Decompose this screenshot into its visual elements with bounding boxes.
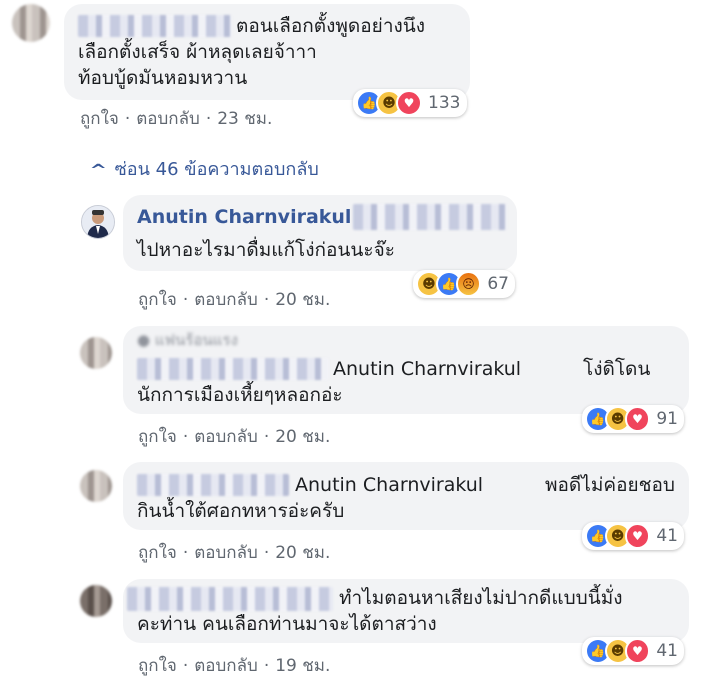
love-reaction-icon: ♥ <box>396 90 422 116</box>
reply-link[interactable]: ตอบกลับ <box>194 290 258 310</box>
comment-actions: ถูกใจ · ตอบกลับ · 19 ชม. <box>138 652 330 679</box>
hide-replies-label: ซ่อน 46 ข้อความตอบกลับ <box>114 159 319 180</box>
comment-bubble: ● แฟนร้อนแรง Anutin Charnvirakul โง่ดิโด… <box>123 326 689 414</box>
comment-text-line: ตอนเลือกตั้งพูดอย่างนึง <box>236 15 426 37</box>
comment-actions: ถูกใจ · ตอบกลับ · 20 ชม. <box>138 286 330 313</box>
blurred-commenter-name[interactable] <box>137 474 289 496</box>
reaction-summary[interactable]: ☻ 👍 ☹ 67 <box>413 270 515 298</box>
like-link[interactable]: ถูกใจ <box>80 109 119 129</box>
like-link[interactable]: ถูกใจ <box>138 656 177 676</box>
comment-actions: ถูกใจ · ตอบกลับ · 23 ชม. <box>80 105 272 132</box>
love-reaction-icon: ♥ <box>624 406 651 432</box>
separator-dot: · <box>182 427 189 447</box>
reaction-count: 41 <box>656 526 678 546</box>
separator-dot: · <box>124 109 131 129</box>
reaction-summary[interactable]: 👍 ☻ ♥ 41 <box>582 637 684 665</box>
reply-link[interactable]: ตอบกลับ <box>136 109 200 129</box>
blurred-overlay-name: ● แฟนร้อนแรง <box>137 331 238 349</box>
timestamp[interactable]: 20 ชม. <box>275 290 330 310</box>
chevron-up-icon: ^ <box>89 161 108 179</box>
comment-text-line: โง่ดิโดน <box>583 358 651 380</box>
comment-author[interactable]: Anutin Charnvirakul <box>137 206 351 228</box>
comment-text-line: ทำไมตอนหาเสียงไม่ปากดีแบบนี้มั่ง <box>339 587 623 609</box>
comment-actions: ถูกใจ · ตอบกลับ · 20 ชม. <box>138 539 330 566</box>
comment-text-line: กินน้ำใต้ศอกทหารอ่ะครับ <box>137 500 345 522</box>
reaction-summary[interactable]: 👍 ☻ ♥ 91 <box>582 405 684 433</box>
timestamp[interactable]: 23 ชม. <box>217 109 272 129</box>
reaction-count: 133 <box>428 93 461 113</box>
reaction-summary[interactable]: 👍 ☻ ♥ 41 <box>582 522 684 550</box>
comment-bubble: ตอนเลือกตั้งพูดอย่างนึง เลือกตั้งเสร็จ ผ… <box>64 4 470 100</box>
commenter-avatar[interactable] <box>12 4 50 42</box>
comment-text-line: คะท่าน คนเลือกท่านมาจะได้ตาสว่าง <box>137 613 437 635</box>
person-icon <box>82 206 114 238</box>
timestamp[interactable]: 20 ชม. <box>275 543 330 563</box>
reaction-summary[interactable]: 👍 ☻ ♥ 133 <box>353 89 467 117</box>
angry-reaction-icon: ☹ <box>455 271 482 297</box>
timestamp[interactable]: 19 ชม. <box>275 656 330 676</box>
separator-dot: · <box>182 656 189 676</box>
reply-link[interactable]: ตอบกลับ <box>194 656 258 676</box>
reply-link[interactable]: ตอบกลับ <box>194 543 258 563</box>
reaction-count: 67 <box>487 274 509 294</box>
separator-dot: · <box>263 290 270 310</box>
comment-bubble: ทำไมตอนหาเสียงไม่ปากดีแบบนี้มั่ง คะท่าน … <box>123 579 689 643</box>
like-link[interactable]: ถูกใจ <box>138 427 177 447</box>
comment-text-line: ท้อบบู้ดมันหอมหวาน <box>78 67 248 89</box>
reply-link[interactable]: ตอบกลับ <box>194 427 258 447</box>
comment-mention[interactable]: Anutin Charnvirakul <box>333 356 521 382</box>
comment-mention[interactable]: Anutin Charnvirakul <box>295 472 483 498</box>
blurred-commenter-name[interactable] <box>78 15 232 37</box>
commenter-avatar[interactable] <box>80 337 112 369</box>
comment-actions: ถูกใจ · ตอบกลับ · 20 ชม. <box>138 423 330 450</box>
blurred-tag-name[interactable] <box>353 204 507 230</box>
comment-bubble: Anutin Charnvirakul ไปหาอะไรมาดื่มแก้โง่… <box>123 195 517 271</box>
comment-text-line: พอดีไม่ค่อยชอบ <box>545 474 675 496</box>
separator-dot: · <box>263 427 270 447</box>
anutin-avatar[interactable] <box>81 205 115 239</box>
comment-text-line: นักการเมืองเหี้ยๆหลอกอ่ะ <box>137 384 343 406</box>
commenter-avatar[interactable] <box>80 585 112 617</box>
comment-text-line: เลือกตั้งเสร็จ ผ้าหลุดเลยจ้าาา <box>78 41 317 63</box>
like-link[interactable]: ถูกใจ <box>138 543 177 563</box>
separator-dot: · <box>182 290 189 310</box>
separator-dot: · <box>263 656 270 676</box>
hide-replies-link[interactable]: ^ ซ่อน 46 ข้อความตอบกลับ <box>89 154 319 183</box>
separator-dot: · <box>205 109 212 129</box>
love-reaction-icon: ♥ <box>624 638 651 664</box>
separator-dot: · <box>182 543 189 563</box>
separator-dot: · <box>263 543 270 563</box>
comment-text-line: ไปหาอะไรมาดื่มแก้โง่ก่อนนะจ๊ะ <box>137 239 395 261</box>
reaction-count: 91 <box>656 409 678 429</box>
like-link[interactable]: ถูกใจ <box>138 290 177 310</box>
commenter-avatar[interactable] <box>80 470 112 502</box>
timestamp[interactable]: 20 ชม. <box>275 427 330 447</box>
comment-bubble: Anutin Charnvirakul พอดีไม่ค่อยชอบ กินน้… <box>123 462 689 530</box>
reaction-count: 41 <box>656 641 678 661</box>
blurred-commenter-name[interactable] <box>137 358 329 380</box>
blurred-commenter-name[interactable] <box>127 587 333 611</box>
love-reaction-icon: ♥ <box>624 523 651 549</box>
